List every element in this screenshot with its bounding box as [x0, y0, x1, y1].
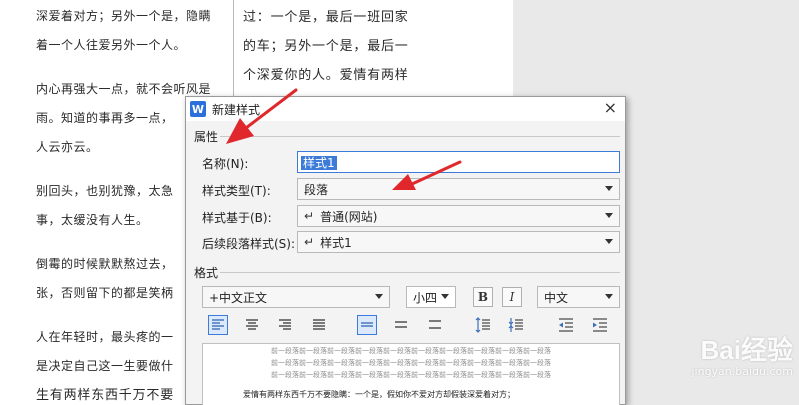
- indent-increase-icon[interactable]: [590, 315, 610, 335]
- based-on-value: 普通(网站): [320, 209, 378, 224]
- align-right-icon[interactable]: [275, 315, 295, 335]
- preview-sample-text: 爱情有两样东西千万不要隐瞒：一个是，假如你不爱对方却假装深爱着对方；: [243, 390, 515, 399]
- line-spacing-single-icon[interactable]: [357, 315, 377, 335]
- close-icon[interactable]: ×: [604, 100, 617, 116]
- watermark-url: jingyan.baidu.com: [691, 365, 793, 378]
- style-type-value: 段落: [304, 182, 329, 197]
- paragraph-mark-icon: ↵: [304, 209, 315, 223]
- doc-line: 过：一个是，最后一班回家: [243, 10, 409, 25]
- baidu-jingyan-watermark: Bai经验 jingyan.baidu.com: [691, 330, 793, 378]
- doc-line: 深爱着对方；另外一个是，隐瞒: [36, 9, 212, 23]
- paragraph-spacing-increase-icon[interactable]: [473, 315, 493, 335]
- font-select[interactable]: +中文正文: [202, 286, 390, 308]
- preview-previous-paragraph: 前一段落前一段落前一段落前一段落前一段落前一段落前一段落前一段落前一段落前一段落: [271, 347, 551, 355]
- doc-line: 内心再强大一点，就不会听风是: [36, 82, 212, 96]
- name-value: 样式1: [301, 156, 337, 170]
- following-style-select[interactable]: ↵ 样式1: [297, 231, 620, 253]
- chevron-down-icon: [605, 294, 613, 299]
- chevron-down-icon: [441, 294, 449, 299]
- doc-line: 张，否则留下的都是笑柄: [36, 286, 174, 300]
- paragraph-spacing-decrease-icon[interactable]: [506, 315, 526, 335]
- italic-button[interactable]: I: [502, 287, 522, 307]
- doc-line: 生有两样东西千万不要: [36, 388, 175, 403]
- font-value: +中文正文: [209, 290, 268, 305]
- chevron-down-icon: [605, 213, 613, 218]
- align-left-icon[interactable]: [208, 315, 228, 335]
- doc-line: 人云亦云。: [36, 140, 99, 154]
- properties-section-label: 属性: [194, 130, 219, 144]
- doc-line: 个深爱你的人。爱情有两样: [243, 68, 409, 83]
- doc-line: 着一个人往爱另外一个人。: [36, 38, 187, 52]
- doc-line: 雨。知道的事再多一点，: [36, 111, 174, 125]
- doc-line: 人在年轻时，最头疼的一: [36, 330, 174, 344]
- section-divider: [220, 272, 620, 273]
- preview-previous-paragraph: 前一段落前一段落前一段落前一段落前一段落前一段落前一段落前一段落前一段落前一段落: [271, 371, 551, 379]
- chevron-down-icon: [605, 239, 613, 244]
- based-on-select[interactable]: ↵ 普通(网站): [297, 205, 620, 227]
- annotation-arrow-icon: [226, 88, 298, 144]
- paragraph-mark-icon: ↵: [304, 235, 315, 249]
- doc-line: 别回头，也别犹豫，太急: [36, 184, 174, 198]
- line-spacing-1-5-icon[interactable]: [391, 315, 411, 335]
- watermark-logo: Bai经验: [700, 335, 793, 365]
- annotation-arrow-icon: [392, 160, 462, 190]
- bold-button[interactable]: B: [473, 287, 493, 307]
- align-center-icon[interactable]: [242, 315, 262, 335]
- following-style-value: 样式1: [320, 235, 352, 250]
- language-select[interactable]: 中文: [537, 286, 620, 308]
- format-section-label: 格式: [194, 266, 219, 280]
- justify-icon[interactable]: [309, 315, 329, 335]
- font-size-select[interactable]: 小四: [406, 286, 456, 308]
- language-value: 中文: [544, 290, 569, 305]
- chevron-down-icon: [605, 186, 613, 191]
- line-spacing-double-icon[interactable]: [425, 315, 445, 335]
- indent-decrease-icon[interactable]: [556, 315, 576, 335]
- following-style-label: 后续段落样式(S):: [202, 237, 296, 251]
- doc-line: 的车；另外一个是，最后一: [243, 39, 409, 54]
- name-label: 名称(N):: [202, 157, 249, 171]
- font-size-value: 小四: [413, 290, 438, 305]
- based-on-label: 样式基于(B):: [202, 211, 272, 225]
- style-preview-pane: 前一段落前一段落前一段落前一段落前一段落前一段落前一段落前一段落前一段落前一段落…: [202, 343, 620, 405]
- doc-line: 倒霉的时候默默熬过去，: [36, 257, 174, 271]
- doc-line: 是决定自己这一生要做什: [36, 359, 174, 373]
- doc-line: 事，太缓没有人生。: [36, 213, 149, 227]
- wps-writer-icon: W: [190, 101, 206, 117]
- preview-previous-paragraph: 前一段落前一段落前一段落前一段落前一段落前一段落前一段落前一段落前一段落前一段落: [271, 359, 551, 367]
- chevron-down-icon: [375, 294, 383, 299]
- style-type-label: 样式类型(T):: [202, 184, 271, 198]
